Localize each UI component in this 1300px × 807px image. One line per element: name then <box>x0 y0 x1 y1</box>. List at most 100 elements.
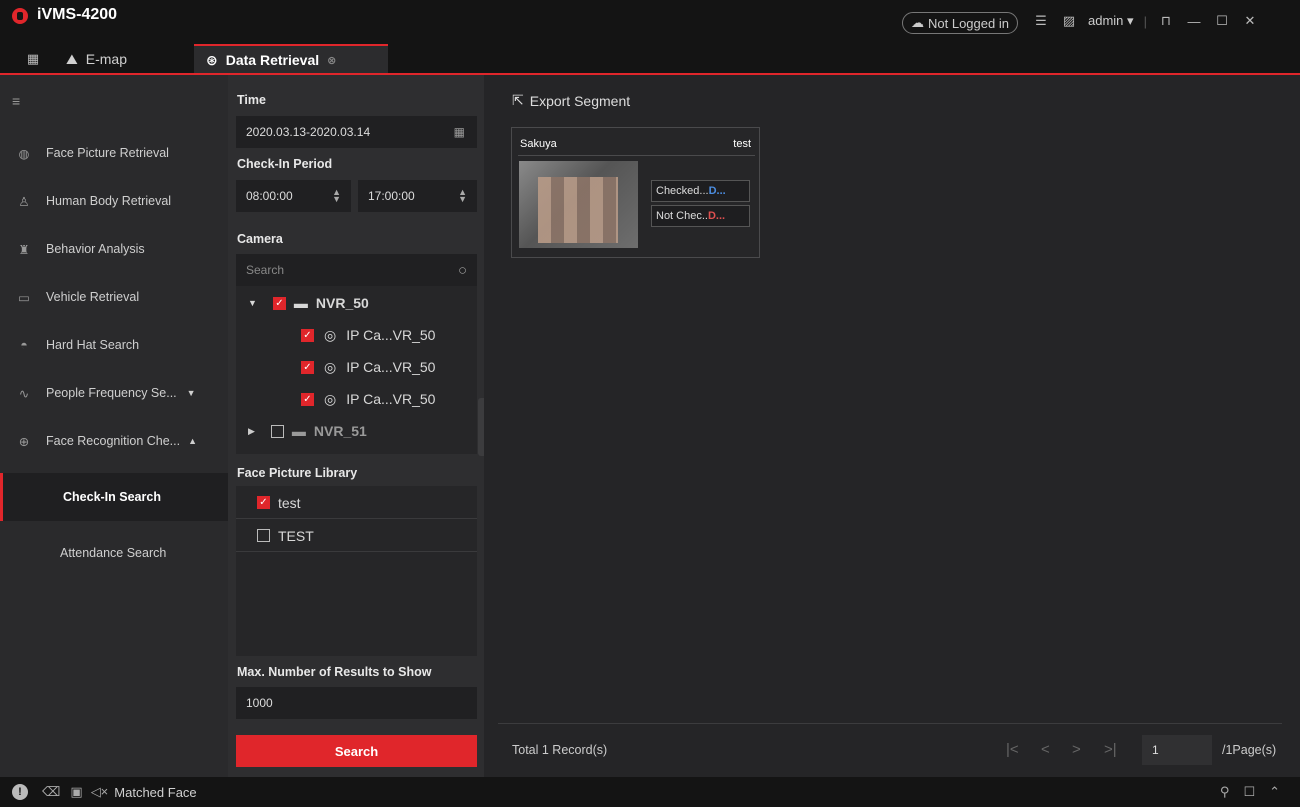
checkbox[interactable]: ✓ <box>257 496 270 509</box>
login-status[interactable]: ☁ Not Logged in <box>902 12 1018 34</box>
caret-down-icon: ▼ <box>186 388 196 398</box>
checkbox[interactable]: ✓ <box>301 328 314 342</box>
face-scan-icon: ⊕ <box>18 434 30 449</box>
sidebar: ≡ ◍ Face Picture Retrieval ♙ Human Body Re… <box>0 75 228 777</box>
export-segment-button[interactable]: ⇱ Export Segment <box>512 92 630 109</box>
camera-icon: ◎ <box>324 358 337 375</box>
tree-camera-1[interactable]: ✓ ◎ IP Ca...VR_50 <box>236 319 477 351</box>
task-list-icon[interactable]: ☰ <box>1032 12 1050 30</box>
blurred-face <box>538 177 618 243</box>
tree-camera-3[interactable]: ✓ ◎ IP Ca...VR_50 <box>236 383 477 415</box>
checkbox[interactable]: ✓ <box>272 296 286 310</box>
spinner-icon[interactable]: ▲ ▼ <box>332 188 341 204</box>
cloud-icon: ☁ <box>911 15 924 30</box>
not-checked-in-button[interactable]: Not Chec.. D... <box>651 205 750 227</box>
person-icon: ♙ <box>18 194 30 209</box>
alarm-icon[interactable]: ! <box>12 784 28 800</box>
tree-camera-2[interactable]: ✓ ◎ IP Ca...VR_50 <box>236 351 477 383</box>
maximize-icon[interactable]: ☐ <box>1213 12 1231 30</box>
user-menu[interactable]: admin ▾ <box>1088 13 1134 29</box>
prev-page-icon[interactable]: < <box>1041 741 1050 758</box>
first-page-icon[interactable]: |< <box>1006 741 1019 758</box>
spinner-icon[interactable]: ▲ ▼ <box>458 188 467 204</box>
hard-hat-icon: ◓ <box>20 338 28 352</box>
face-thumbnail[interactable] <box>519 161 638 248</box>
page-total: /1Page(s) <box>1222 743 1277 757</box>
camera-icon: ◎ <box>324 390 337 407</box>
end-time-field[interactable]: 17:00:00 ▲ ▼ <box>358 180 477 212</box>
next-page-icon[interactable]: > <box>1072 741 1081 758</box>
tree-node-nvr51[interactable]: ▶ ▬ NVR_51 <box>236 415 477 447</box>
tab-emap[interactable]: ⛰ E-map <box>66 44 127 74</box>
app-title: iVMS-4200 <box>37 6 118 23</box>
hamburger-icon[interactable]: ≡ <box>12 93 20 109</box>
monitor-icon[interactable]: ▨ <box>1060 12 1078 30</box>
total-records: Total 1 Record(s) <box>512 743 608 757</box>
camera-icon: ◎ <box>324 326 337 343</box>
window-icon[interactable]: ☐ <box>1243 784 1255 800</box>
nav-behavior-analysis[interactable]: ♜ Behavior Analysis <box>0 225 228 273</box>
time-range-field[interactable]: 2020.03.13-2020.03.14 ▦ <box>236 116 477 148</box>
trash-icon[interactable]: ⌫ <box>42 784 60 800</box>
tab-close-icon[interactable]: ⊗ <box>327 54 336 67</box>
nav-face-picture-retrieval[interactable]: ◍ Face Picture Retrieval <box>0 129 228 177</box>
export-icon: ⇱ <box>512 92 524 108</box>
pin-icon[interactable]: ⚲ <box>1220 784 1230 800</box>
camera-label: Camera <box>237 232 283 246</box>
tab-data-retrieval[interactable]: ⊛ Data Retrieval ⊗ <box>194 44 388 74</box>
divider <box>518 155 755 156</box>
app-logo-icon <box>12 8 28 24</box>
folder-icon: ▬ <box>293 295 308 311</box>
checkbox[interactable] <box>270 424 284 438</box>
minimize-icon[interactable]: — <box>1185 12 1203 30</box>
folder-icon: ▬ <box>291 423 306 439</box>
checkbox[interactable]: ✓ <box>301 360 314 374</box>
library-name: test <box>733 138 751 150</box>
close-icon[interactable]: ✕ <box>1241 12 1259 30</box>
checkbox[interactable]: ✓ <box>301 392 314 406</box>
start-time-field[interactable]: 08:00:00 ▲ ▼ <box>236 180 351 212</box>
collapse-icon[interactable]: ▶ <box>248 426 255 437</box>
result-card[interactable]: Sakuya test Checked... D... Not Chec.. D..… <box>511 127 760 258</box>
nav-people-frequency[interactable]: ∿ People Frequency Se... ▼ <box>0 369 228 417</box>
nav-human-body-retrieval[interactable]: ♙ Human Body Retrieval <box>0 177 228 225</box>
title-bar: iVMS-4200 ☁ Not Logged in ☰ ▨ admin ▾ | ⊓… <box>0 0 1300 40</box>
last-page-icon[interactable]: >| <box>1104 741 1117 758</box>
expand-icon[interactable]: ▼ <box>248 298 257 308</box>
checkbox[interactable] <box>257 529 270 542</box>
divider <box>498 723 1282 724</box>
search-icon[interactable]: ○ <box>458 262 467 279</box>
page-input[interactable]: 1 <box>1142 735 1212 765</box>
library-item-TEST[interactable]: TEST <box>236 520 477 552</box>
tab-bar: ▦ ⛰ E-map ⊛ Data Retrieval ⊗ <box>0 40 1300 74</box>
nav-vehicle-retrieval[interactable]: ▭ Vehicle Retrieval <box>0 273 228 321</box>
status-bar: ! ⌫ ▣ ◁× Matched Face ⚲ ☐ ⌃ <box>0 777 1300 807</box>
frequency-icon: ∿ <box>18 386 30 401</box>
camera-search-input[interactable]: Search ○ <box>236 254 477 286</box>
mute-icon[interactable]: ◁× <box>91 784 109 800</box>
expand-up-icon[interactable]: ⌃ <box>1269 784 1280 800</box>
max-results-label: Max. Number of Results to Show <box>237 665 432 679</box>
calendar-icon[interactable]: ▦ <box>454 125 465 139</box>
nav-attendance-search[interactable]: Attendance Search <box>0 529 228 577</box>
search-button[interactable]: Search <box>236 735 477 767</box>
face-library-label: Face Picture Library <box>237 466 358 480</box>
nav-face-recognition-checkin[interactable]: ⊕ Face Recognition Che... ▲ <box>0 417 228 465</box>
library-item-test[interactable]: ✓ test <box>236 487 477 519</box>
nav-hard-hat-search[interactable]: ◓ Hard Hat Search <box>0 321 228 369</box>
max-results-input[interactable]: 1000 <box>236 687 477 719</box>
picture-icon[interactable]: ▣ <box>70 784 82 800</box>
divider: | <box>1143 13 1147 29</box>
tree-node-nvr50[interactable]: ▼ ✓ ▬ NVR_50 <box>236 287 477 319</box>
lock-icon[interactable]: ⊓ <box>1157 12 1175 30</box>
nav-check-in-search[interactable]: Check-In Search <box>0 473 228 521</box>
person-name: Sakuya <box>520 138 557 150</box>
face-icon: ◍ <box>18 146 30 161</box>
check-in-period-label: Check-In Period <box>237 157 333 171</box>
grid-menu-icon[interactable]: ▦ <box>24 50 42 68</box>
time-label: Time <box>237 93 266 107</box>
checked-in-button[interactable]: Checked... D... <box>651 180 750 202</box>
matched-face-label: Matched Face <box>114 784 197 800</box>
caret-up-icon: ▲ <box>188 436 198 446</box>
vehicle-icon: ▭ <box>18 290 30 305</box>
